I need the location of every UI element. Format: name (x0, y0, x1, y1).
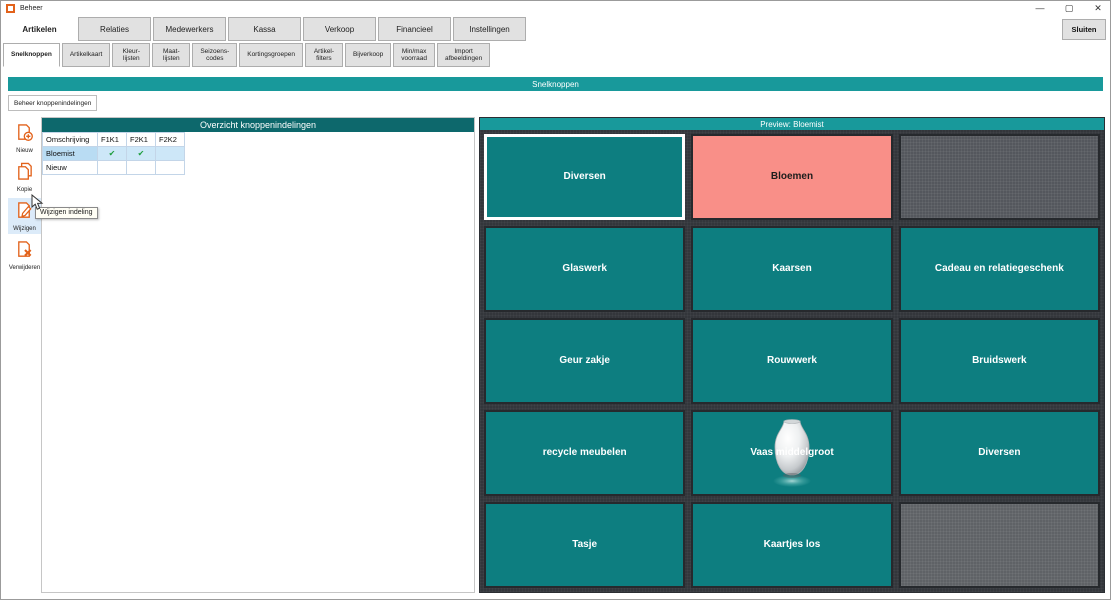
section-banner: Snelknoppen (8, 77, 1103, 91)
delete-layout-button[interactable]: Verwijderen (8, 237, 41, 273)
table-row-nieuw[interactable]: Nieuw (43, 161, 185, 175)
preview-button-bloemen[interactable]: Bloemen (691, 134, 892, 220)
preview-button-label: Cadeau en relatiegeschenk (921, 263, 1078, 276)
subtab-bijverkoop[interactable]: Bijverkoop (345, 43, 391, 67)
preview-button-label: Bloemen (757, 171, 827, 184)
column-header-f2k2: F2K2 (156, 133, 185, 147)
maximize-button[interactable]: ▢ (1063, 1, 1075, 16)
preview-button-label: Geur zakje (545, 355, 624, 368)
new-layout-button[interactable]: Nieuw (8, 120, 41, 156)
tab-beheer-knoppenindelingen[interactable]: Beheer knoppenindelingen (8, 95, 97, 111)
subtab-import-afbeeldingen[interactable]: Import afbeeldingen (437, 43, 490, 67)
close-window-button[interactable]: ✕ (1092, 1, 1104, 16)
table-header-row: OmschrijvingF1K1F2K1F2K2 (43, 133, 185, 147)
tab-relaties[interactable]: Relaties (78, 17, 151, 41)
preview-panel: Preview: Bloemist Diversen Bloemen Glaswer… (479, 117, 1105, 593)
app-window: Beheer — ▢ ✕ ArtikelenRelatiesMedewerker… (0, 0, 1111, 600)
sub-tabs: SnelknoppenArtikelkaartKleur- lijstenMaa… (3, 43, 490, 67)
copy-icon (15, 162, 34, 186)
tab-medewerkers[interactable]: Medewerkers (153, 17, 226, 41)
tab-instellingen[interactable]: Instellingen (453, 17, 526, 41)
preview-empty-cell[interactable] (899, 502, 1100, 588)
empty-check-cell (127, 161, 156, 175)
tab-kassa[interactable]: Kassa (228, 17, 301, 41)
preview-button-label: Kaartjes los (750, 539, 835, 552)
subtab-artikel-filters[interactable]: Artikel- filters (305, 43, 343, 67)
toolbar-item-label: Kopie (17, 187, 32, 193)
subtab-snelknoppen[interactable]: Snelknoppen (3, 43, 60, 67)
subtab-min-max-voorraad[interactable]: Min/max voorraad (393, 43, 435, 67)
preview-button-label: Tasje (558, 539, 611, 552)
layouts-table: OmschrijvingF1K1F2K1F2K2 Bloemist✔✔Nieuw (42, 132, 185, 175)
preview-button-kaartjes-los[interactable]: Kaartjes los (691, 502, 892, 588)
preview-button-diversen[interactable]: Diversen (899, 410, 1100, 496)
column-header-f2k1: F2K1 (127, 133, 156, 147)
preview-button-label: Glaswerk (548, 263, 620, 276)
preview-button-cadeau-en-relatiegeschenk[interactable]: Cadeau en relatiegeschenk (899, 226, 1100, 312)
tooltip: Wijzigen indeling (35, 207, 98, 219)
empty-check-cell (156, 147, 185, 161)
overview-panel-title: Overzicht knoppenindelingen (42, 118, 474, 132)
subtab-kortingsgroepen[interactable]: Kortingsgroepen (239, 43, 303, 67)
preview-empty-cell[interactable] (899, 134, 1100, 220)
window-controls: — ▢ ✕ (1034, 1, 1104, 16)
layout-name-cell: Nieuw (43, 161, 98, 175)
preview-button-label: Rouwwerk (753, 355, 831, 368)
tab-verkoop[interactable]: Verkoop (303, 17, 376, 41)
toolbar-item-label: Verwijderen (9, 265, 40, 271)
main-tabs: ArtikelenRelatiesMedewerkersKassaVerkoop… (3, 17, 526, 41)
empty-check-cell (156, 161, 185, 175)
overview-panel: Overzicht knoppenindelingen Omschrijving… (41, 117, 475, 593)
preview-button-rouwwerk[interactable]: Rouwwerk (691, 318, 892, 404)
preview-button-tasje[interactable]: Tasje (484, 502, 685, 588)
app-logo-icon (6, 4, 15, 13)
subtab-artikelkaart[interactable]: Artikelkaart (62, 43, 111, 67)
preview-button-label: Kaarsen (758, 263, 825, 276)
subtab-maat-lijsten[interactable]: Maat- lijsten (152, 43, 190, 67)
new-document-plus-icon (15, 123, 34, 147)
preview-button-vaas-middelgroot[interactable]: Vaas middelgroot (691, 410, 892, 496)
preview-button-recycle-meubelen[interactable]: recycle meubelen (484, 410, 685, 496)
table-row-bloemist[interactable]: Bloemist✔✔ (43, 147, 185, 161)
check-mark-cell: ✔ (127, 147, 156, 161)
subtab-seizoens-codes[interactable]: Seizoens- codes (192, 43, 237, 67)
window-title: Beheer (20, 5, 43, 12)
empty-check-cell (98, 161, 127, 175)
preview-button-label: Vaas middelgroot (736, 447, 847, 460)
tab-financieel[interactable]: Financieel (378, 17, 451, 41)
minimize-button[interactable]: — (1034, 1, 1046, 16)
check-mark-cell: ✔ (98, 147, 127, 161)
copy-layout-button[interactable]: Kopie (8, 159, 41, 195)
preview-button-glaswerk[interactable]: Glaswerk (484, 226, 685, 312)
preview-button-grid: Diversen Bloemen Glaswerk Kaarsen Cadeau en … (480, 130, 1104, 592)
preview-button-label: Diversen (550, 171, 620, 184)
layout-name-cell: Bloemist (43, 147, 98, 161)
preview-button-kaarsen[interactable]: Kaarsen (691, 226, 892, 312)
sluiten-button[interactable]: Sluiten (1062, 19, 1106, 40)
column-header-omschrijving: Omschrijving (43, 133, 98, 147)
preview-panel-title: Preview: Bloemist (480, 118, 1104, 130)
preview-button-label: Bruidswerk (958, 355, 1040, 368)
subtab-kleur-lijsten[interactable]: Kleur- lijsten (112, 43, 150, 67)
title-bar: Beheer — ▢ ✕ (1, 1, 1110, 16)
mouse-cursor-icon (31, 194, 44, 216)
toolbar-item-label: Nieuw (16, 148, 33, 154)
delete-cross-icon (15, 240, 34, 264)
preview-button-label: recycle meubelen (529, 447, 641, 460)
preview-button-diversen[interactable]: Diversen (484, 134, 685, 220)
tab-artikelen[interactable]: Artikelen (3, 17, 76, 41)
preview-button-label: Diversen (964, 447, 1034, 460)
preview-button-bruidswerk[interactable]: Bruidswerk (899, 318, 1100, 404)
column-header-f1k1: F1K1 (98, 133, 127, 147)
preview-button-geur-zakje[interactable]: Geur zakje (484, 318, 685, 404)
toolbar-item-label: Wijzigen (13, 226, 36, 232)
